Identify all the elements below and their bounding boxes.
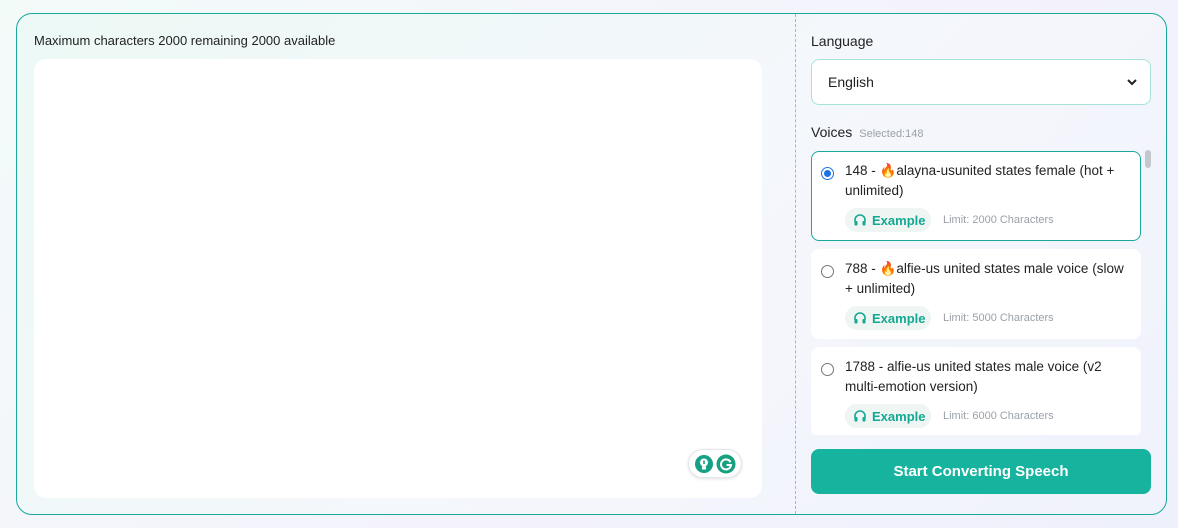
grammarly-widget[interactable] xyxy=(688,449,742,478)
headphones-icon xyxy=(854,214,866,226)
voice-option[interactable]: 788 - 🔥alfie-us united states male voice… xyxy=(811,249,1141,339)
voice-option[interactable]: 148 - 🔥alayna-usunited states female (ho… xyxy=(811,151,1141,241)
example-button[interactable]: Example xyxy=(845,404,932,428)
voice-limit: Limit: 5000 Characters xyxy=(943,312,1054,324)
voice-radio[interactable] xyxy=(821,265,834,278)
editor-section: Maximum characters 2000 remaining 2000 a… xyxy=(17,14,795,514)
voice-name: 788 - 🔥alfie-us united states male voice… xyxy=(845,261,1124,296)
headphones-icon xyxy=(854,312,866,324)
character-counter: Maximum characters 2000 remaining 2000 a… xyxy=(34,33,336,48)
voice-option[interactable]: 1788 - alfie-us united states male voice… xyxy=(811,347,1141,435)
voice-radio[interactable] xyxy=(821,167,834,180)
language-label: Language xyxy=(811,33,874,49)
voice-name: 1788 - alfie-us united states male voice… xyxy=(845,359,1102,394)
voices-label: Voices xyxy=(811,124,853,140)
voice-radio[interactable] xyxy=(821,363,834,376)
fire-icon: 🔥 xyxy=(879,261,897,276)
tts-panel: Maximum characters 2000 remaining 2000 a… xyxy=(16,13,1167,515)
voices-selected-count: Selected:148 xyxy=(859,128,924,140)
voice-limit: Limit: 2000 Characters xyxy=(943,214,1054,226)
language-selected-value: English xyxy=(828,74,874,90)
voice-list-scrollbar[interactable] xyxy=(1145,150,1151,168)
language-select[interactable]: English xyxy=(811,59,1151,105)
grammarly-logo-icon[interactable] xyxy=(716,454,736,474)
example-button[interactable]: Example xyxy=(845,208,932,232)
example-button[interactable]: Example xyxy=(845,306,932,330)
settings-section: Language English Voices Selected:148 148… xyxy=(811,14,1156,514)
voice-limit: Limit: 6000 Characters xyxy=(943,410,1054,422)
headphones-icon xyxy=(854,410,866,422)
chevron-down-icon xyxy=(1127,79,1137,86)
voices-header: Voices Selected:148 xyxy=(811,124,923,140)
fire-icon: 🔥 xyxy=(879,163,897,178)
section-divider xyxy=(795,14,796,514)
voice-name: 148 - 🔥alayna-usunited states female (ho… xyxy=(845,163,1115,198)
start-converting-button[interactable]: Start Converting Speech xyxy=(811,449,1151,494)
voice-list: 148 - 🔥alayna-usunited states female (ho… xyxy=(811,150,1151,435)
lightbulb-icon[interactable] xyxy=(694,454,714,474)
text-input[interactable] xyxy=(34,59,762,498)
